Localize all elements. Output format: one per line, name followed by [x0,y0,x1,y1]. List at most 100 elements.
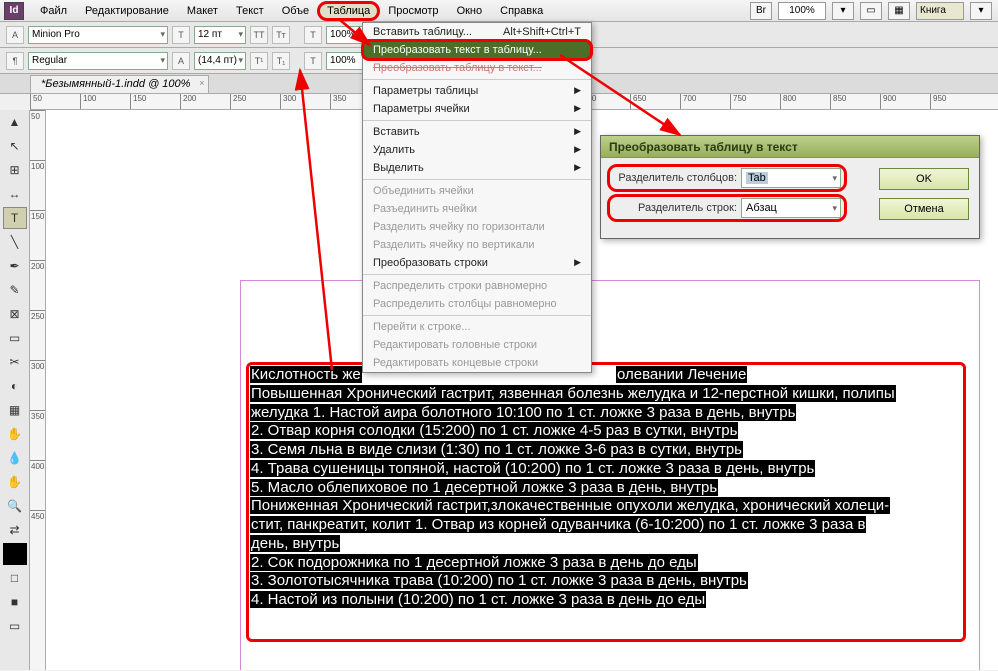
menu-item-label: Разделить ячейку по вертикали [373,239,535,251]
menu-edit[interactable]: Редактирование [77,3,177,19]
leading-combo[interactable]: (14,4 пт) [194,52,246,70]
menu-item-shortcut: Alt+Shift+Ctrl+T [503,26,581,38]
stroke-color[interactable]: □ [3,567,27,589]
hand-tool[interactable]: ✋ [3,471,27,493]
document-tab[interactable]: *Безымянный-1.indd @ 100% × [30,75,209,93]
submenu-arrow-icon: ▶ [574,103,581,115]
height-icon: T [304,52,322,70]
fill-stroke-swap[interactable]: ⇄ [3,519,27,541]
superscript-icon[interactable]: T¹ [250,52,268,70]
menu-window[interactable]: Окно [449,3,491,19]
allcaps-icon[interactable]: TT [250,26,268,44]
selected-text-frame[interactable]: Кислотность же олевании Лечение Повышенн… [250,366,960,610]
dialog-title: Преобразовать таблицу в текст [601,136,979,158]
leading-icon: A [172,52,190,70]
gap-tool[interactable]: ↔ [3,183,27,205]
menu-convert-table-to-text: Преобразовать таблицу в текст... [363,59,591,77]
free-transform-tool[interactable]: ◐ [3,375,27,397]
screen-mode-button[interactable]: ▭ [860,2,882,20]
bridge-button[interactable]: Br [750,2,772,20]
type-tool[interactable]: T [3,207,27,229]
smallcaps-icon[interactable]: Tᴛ [272,26,290,44]
font-style-combo[interactable]: Regular [28,52,168,70]
workspace-dropdown-icon[interactable]: ▾ [970,2,992,20]
menu-item-label: Редактировать головные строки [373,339,537,351]
pen-tool[interactable]: ✒ [3,255,27,277]
menu-delete[interactable]: Удалить ▶ [363,141,591,159]
menu-separator [363,179,591,180]
column-separator-combo[interactable]: Tab [741,168,841,188]
zoom-tool[interactable]: 🔍 [3,495,27,517]
app-logo: Id [4,2,24,20]
text-run: день, внутрь [250,535,340,552]
submenu-arrow-icon: ▶ [574,257,581,269]
zoom-dropdown-icon[interactable]: ▾ [832,2,854,20]
column-separator-row: Разделитель столбцов: Tab [611,168,869,188]
pencil-tool[interactable]: ✎ [3,279,27,301]
row-separator-label: Разделитель строк: [611,202,741,214]
direct-selection-tool[interactable]: ↖ [3,135,27,157]
font-size-combo[interactable]: 12 пт [194,26,246,44]
menu-item-label: Вставить [373,126,420,138]
row-separator-combo[interactable]: Абзац [741,198,841,218]
submenu-arrow-icon: ▶ [574,144,581,156]
para-format-icon[interactable]: ¶ [6,52,24,70]
menu-merge-cells: Объединить ячейки [363,182,591,200]
menu-cell-options[interactable]: Параметры ячейки▶ [363,100,591,118]
menu-item-label: Удалить [373,144,415,156]
menu-select[interactable]: Выделить▶ [363,159,591,177]
menu-item-label: Выделить [373,162,424,174]
ruler-tick: 700 [680,94,730,109]
menu-split-vert: Разделить ячейку по вертикали [363,236,591,254]
menu-item-label: Перейти к строке... [373,321,471,333]
font-family-combo[interactable]: Minion Pro [28,26,168,44]
subscript-icon[interactable]: T₁ [272,52,290,70]
menu-item-label: Редактировать концевые строки [373,357,538,369]
cancel-button[interactable]: Отмена [879,198,969,220]
rectangle-tool[interactable]: ▭ [3,327,27,349]
ruler-tick: 350 [30,410,45,460]
menu-text[interactable]: Текст [228,3,272,19]
menu-table[interactable]: Таблица [319,3,378,19]
menu-file[interactable]: Файл [32,3,75,19]
menu-layout[interactable]: Макет [179,3,226,19]
document-tab-label: *Безымянный-1.indd @ 100% [41,78,190,90]
scissors-tool[interactable]: ✂ [3,351,27,373]
menu-view[interactable]: Просмотр [380,3,446,19]
char-format-icon[interactable]: A [6,26,24,44]
font-size-icon: T [172,26,190,44]
note-tool[interactable]: ✋ [3,423,27,445]
selection-tool[interactable]: ▲ [3,111,27,133]
menu-item-label: Распределить строки равномерно [373,280,547,292]
page-tool[interactable]: ⊞ [3,159,27,181]
row-separator-row: Разделитель строк: Абзац [611,198,869,218]
menu-separator [363,79,591,80]
zoom-field[interactable]: 100% [778,2,826,20]
menu-help[interactable]: Справка [492,3,551,19]
view-mode-normal[interactable]: ▭ [3,615,27,637]
menu-convert-text-to-table[interactable]: Преобразовать текст в таблицу... [363,41,591,59]
line-tool[interactable]: ╲ [3,231,27,253]
workspace-switcher[interactable]: Книга [916,2,964,20]
ruler-tick: 250 [30,310,45,360]
fill-color[interactable] [3,543,27,565]
menu-convert-rows[interactable]: Преобразовать строки▶ [363,254,591,272]
text-run: олевании Лечение [616,366,747,383]
arrange-button[interactable]: ▦ [888,2,910,20]
ruler-tick: 750 [730,94,780,109]
apply-color-btn[interactable]: ■ [3,591,27,613]
menu-table-options[interactable]: Параметры таблицы▶ [363,82,591,100]
menu-insert-table[interactable]: Вставить таблицу... Alt+Shift+Ctrl+T [363,23,591,41]
menu-insert[interactable]: Вставить▶ [363,123,591,141]
rectangle-frame-tool[interactable]: ⊠ [3,303,27,325]
text-run: 5. Масло облепиховое по 1 десертной ложк… [250,479,718,496]
ruler-tick: 200 [180,94,230,109]
menu-object[interactable]: Объе [274,3,317,19]
gradient-tool[interactable]: ▦ [3,399,27,421]
eyedropper-tool[interactable]: 💧 [3,447,27,469]
close-tab-icon[interactable]: × [199,78,204,88]
menubar-right: Br 100% ▾ ▭ ▦ Книга ▾ [750,2,998,20]
ok-button[interactable]: OK [879,168,969,190]
ruler-tick: 650 [630,94,680,109]
tools-panel: ▲ ↖ ⊞ ↔ T ╲ ✒ ✎ ⊠ ▭ ✂ ◐ ▦ ✋ 💧 ✋ 🔍 ⇄ □ ■ … [0,110,30,670]
